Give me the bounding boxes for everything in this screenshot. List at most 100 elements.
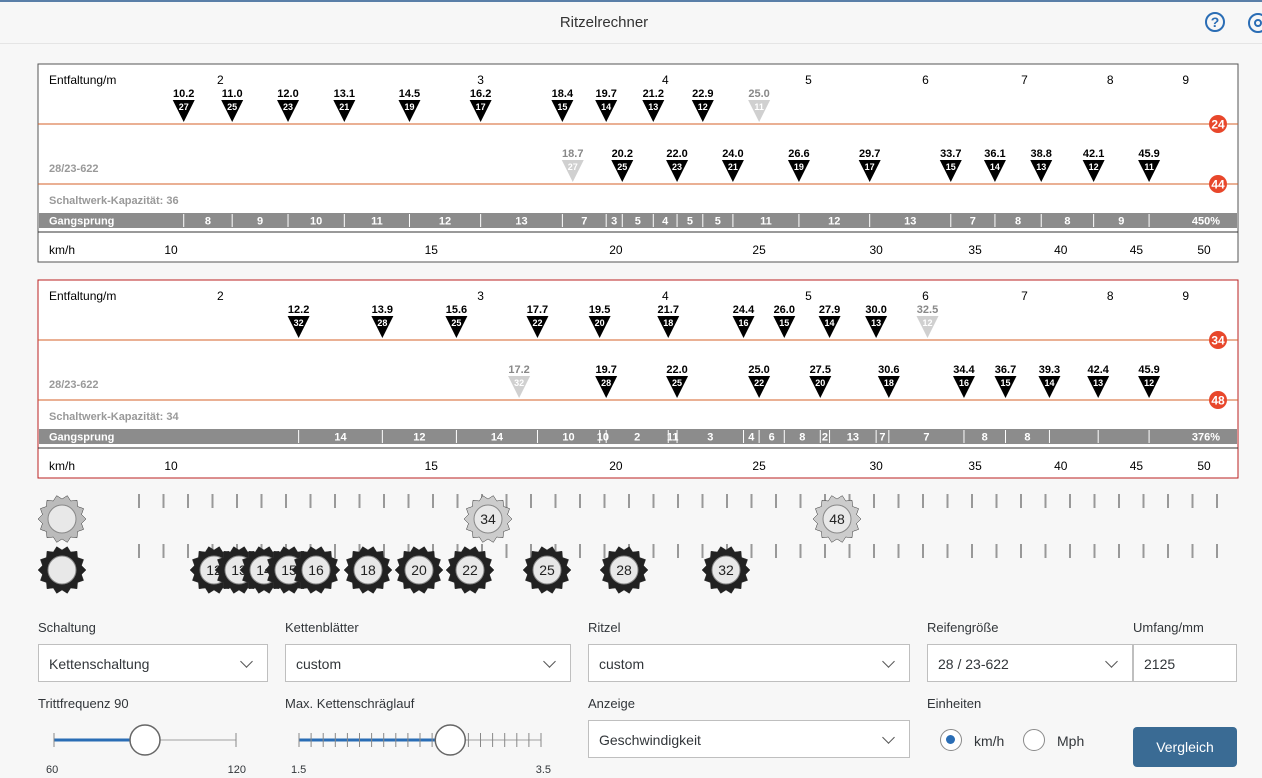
radio-kmh-label[interactable]: km/h xyxy=(974,733,1004,749)
gear-chart-1: Entfaltung/m 2 3 4 5 6 7 8 9244428/23-622Schaltw… xyxy=(37,63,1239,263)
slider-handle xyxy=(129,724,161,756)
gear-value-label: 45.9 xyxy=(1138,364,1159,376)
gear-chart-2: Entfaltung/m 2 3 4 5 6 7 8 9344828/23-622Schaltw… xyxy=(37,279,1239,479)
gear-value-label: 38.8 xyxy=(1031,148,1052,160)
gear-cog-label: 23 xyxy=(672,162,682,172)
gear-cog-label: 12 xyxy=(1144,378,1154,388)
gear-value-label: 17.7 xyxy=(527,304,548,316)
gangsprung-value: 5 xyxy=(687,216,693,228)
front-chainring-icon xyxy=(37,495,87,543)
gear-cog-label: 17 xyxy=(476,102,486,112)
chevron-down-icon xyxy=(882,731,895,744)
gear-label: 20 xyxy=(411,562,427,578)
gear-cog-label: 17 xyxy=(865,162,875,172)
gear-value-label: 26.0 xyxy=(774,304,795,316)
speed-tick-label: 25 xyxy=(752,459,766,473)
gear-value-label: 25.0 xyxy=(748,88,769,100)
gear-label: 25 xyxy=(539,562,555,578)
trittfrequenz-label: Trittfrequenz 90 xyxy=(38,696,129,711)
gear-cog-label: 19 xyxy=(404,102,414,112)
title-bar: Ritzelrechner ? xyxy=(0,0,1262,44)
gangsprung-value: 12 xyxy=(828,216,840,228)
reifengroesse-select[interactable]: 28 / 23-622 xyxy=(927,644,1133,682)
gear-cog-label: 14 xyxy=(825,318,835,328)
gear-value-label: 36.1 xyxy=(984,148,1005,160)
gear-value-label: 15.6 xyxy=(446,304,467,316)
gear-value-label: 17.2 xyxy=(508,364,529,376)
kettenschraeglauf-slider[interactable]: 1.5 3.5 xyxy=(285,722,575,778)
gear-cog-label: 14 xyxy=(1044,378,1054,388)
speed-tick-label: 15 xyxy=(425,243,439,257)
gear-cog-label: 15 xyxy=(946,162,956,172)
slider-min-label: 1.5 xyxy=(291,764,306,776)
gangsprung-value: 2 xyxy=(634,432,640,444)
gear-value-label: 24.0 xyxy=(722,148,743,160)
gear-cog-label: 21 xyxy=(728,162,738,172)
gear-cog-label: 25 xyxy=(672,378,682,388)
gear-value-label: 33.7 xyxy=(940,148,961,160)
gear-cog-label: 20 xyxy=(595,318,605,328)
gear-value-label: 32.5 xyxy=(917,304,938,316)
gear-value-label: 18.7 xyxy=(562,148,583,160)
chevron-down-icon xyxy=(543,655,556,668)
chainring-badge-label: 24 xyxy=(1211,118,1225,132)
entfaltung-tick-label: 5 xyxy=(805,289,812,303)
ritzel-select[interactable]: custom xyxy=(588,644,910,682)
cog-32: 32 xyxy=(701,546,751,594)
anzeige-select[interactable]: Geschwindigkeit xyxy=(588,720,910,758)
gangsprung-label: Gangsprung xyxy=(49,216,114,228)
radio-mph-label[interactable]: Mph xyxy=(1057,733,1084,749)
gear-cog-label: 18 xyxy=(884,378,894,388)
gear-cog-label: 14 xyxy=(990,162,1000,172)
gear-cog-label: 28 xyxy=(601,378,611,388)
schaltung-select[interactable]: Kettenschaltung xyxy=(38,644,268,682)
rear-cassette-icon xyxy=(37,546,87,594)
speed-tick-label: 40 xyxy=(1054,459,1068,473)
gangsprung-value: 13 xyxy=(847,432,859,444)
gear-value-label: 30.6 xyxy=(878,364,899,376)
kettenblaetter-select[interactable]: custom xyxy=(285,644,571,682)
radio-kmh[interactable] xyxy=(940,729,962,751)
gear-value-label: 12.0 xyxy=(277,88,298,100)
gear-value-label: 19.5 xyxy=(589,304,610,316)
gear-cog-label: 15 xyxy=(779,318,789,328)
entfaltung-tick-label: 9 xyxy=(1182,289,1189,303)
gangsprung-value: 2 xyxy=(822,432,828,444)
entfaltung-tick-label: 2 xyxy=(217,73,224,87)
gear-value-label: 19.7 xyxy=(595,364,616,376)
reifengroesse-value: 28 / 23-622 xyxy=(938,656,1009,672)
capacity-label: Schaltwerk-Kapazität: 34 xyxy=(49,411,179,423)
entfaltung-tick-label: 2 xyxy=(217,289,224,303)
umfang-input[interactable]: 2125 xyxy=(1133,644,1237,682)
gangsprung-value: 11 xyxy=(667,432,679,444)
gear-cog-label: 27 xyxy=(179,102,189,112)
gear-value-label: 30.0 xyxy=(865,304,886,316)
speed-tick-label: 45 xyxy=(1130,243,1144,257)
radio-mph[interactable] xyxy=(1023,729,1045,751)
speed-tick-label: 25 xyxy=(752,243,766,257)
chainring-badge-label: 48 xyxy=(1211,394,1225,408)
gear-hub xyxy=(47,555,77,585)
chainring-badge-label: 34 xyxy=(1211,334,1225,348)
umfang-value: 2125 xyxy=(1144,656,1176,672)
speed-tick-label: 10 xyxy=(164,459,178,473)
speed-tick-label: 50 xyxy=(1197,459,1211,473)
chevron-down-icon xyxy=(882,655,895,668)
gear-label: 18 xyxy=(360,562,376,578)
gear-icon[interactable] xyxy=(1248,13,1262,33)
slider-max-label: 3.5 xyxy=(536,764,551,776)
gangsprung-value: 8 xyxy=(1064,216,1070,228)
trittfrequenz-slider[interactable]: 60 120 xyxy=(40,722,270,778)
tire-label: 28/23-622 xyxy=(49,379,99,391)
gangsprung-value: 12 xyxy=(413,432,425,444)
vergleich-button[interactable]: Vergleich xyxy=(1133,727,1237,767)
help-icon[interactable]: ? xyxy=(1205,12,1225,32)
cog-28: 28 xyxy=(599,546,649,594)
speed-tick-label: 15 xyxy=(425,459,439,473)
gangsprung-value: 11 xyxy=(760,216,772,228)
gear-value-label: 12.2 xyxy=(288,304,309,316)
gear-cog-label: 16 xyxy=(739,318,749,328)
cog-22: 22 xyxy=(445,546,495,594)
ritzel-value: custom xyxy=(599,656,645,672)
gear-value-label: 19.7 xyxy=(595,88,616,100)
